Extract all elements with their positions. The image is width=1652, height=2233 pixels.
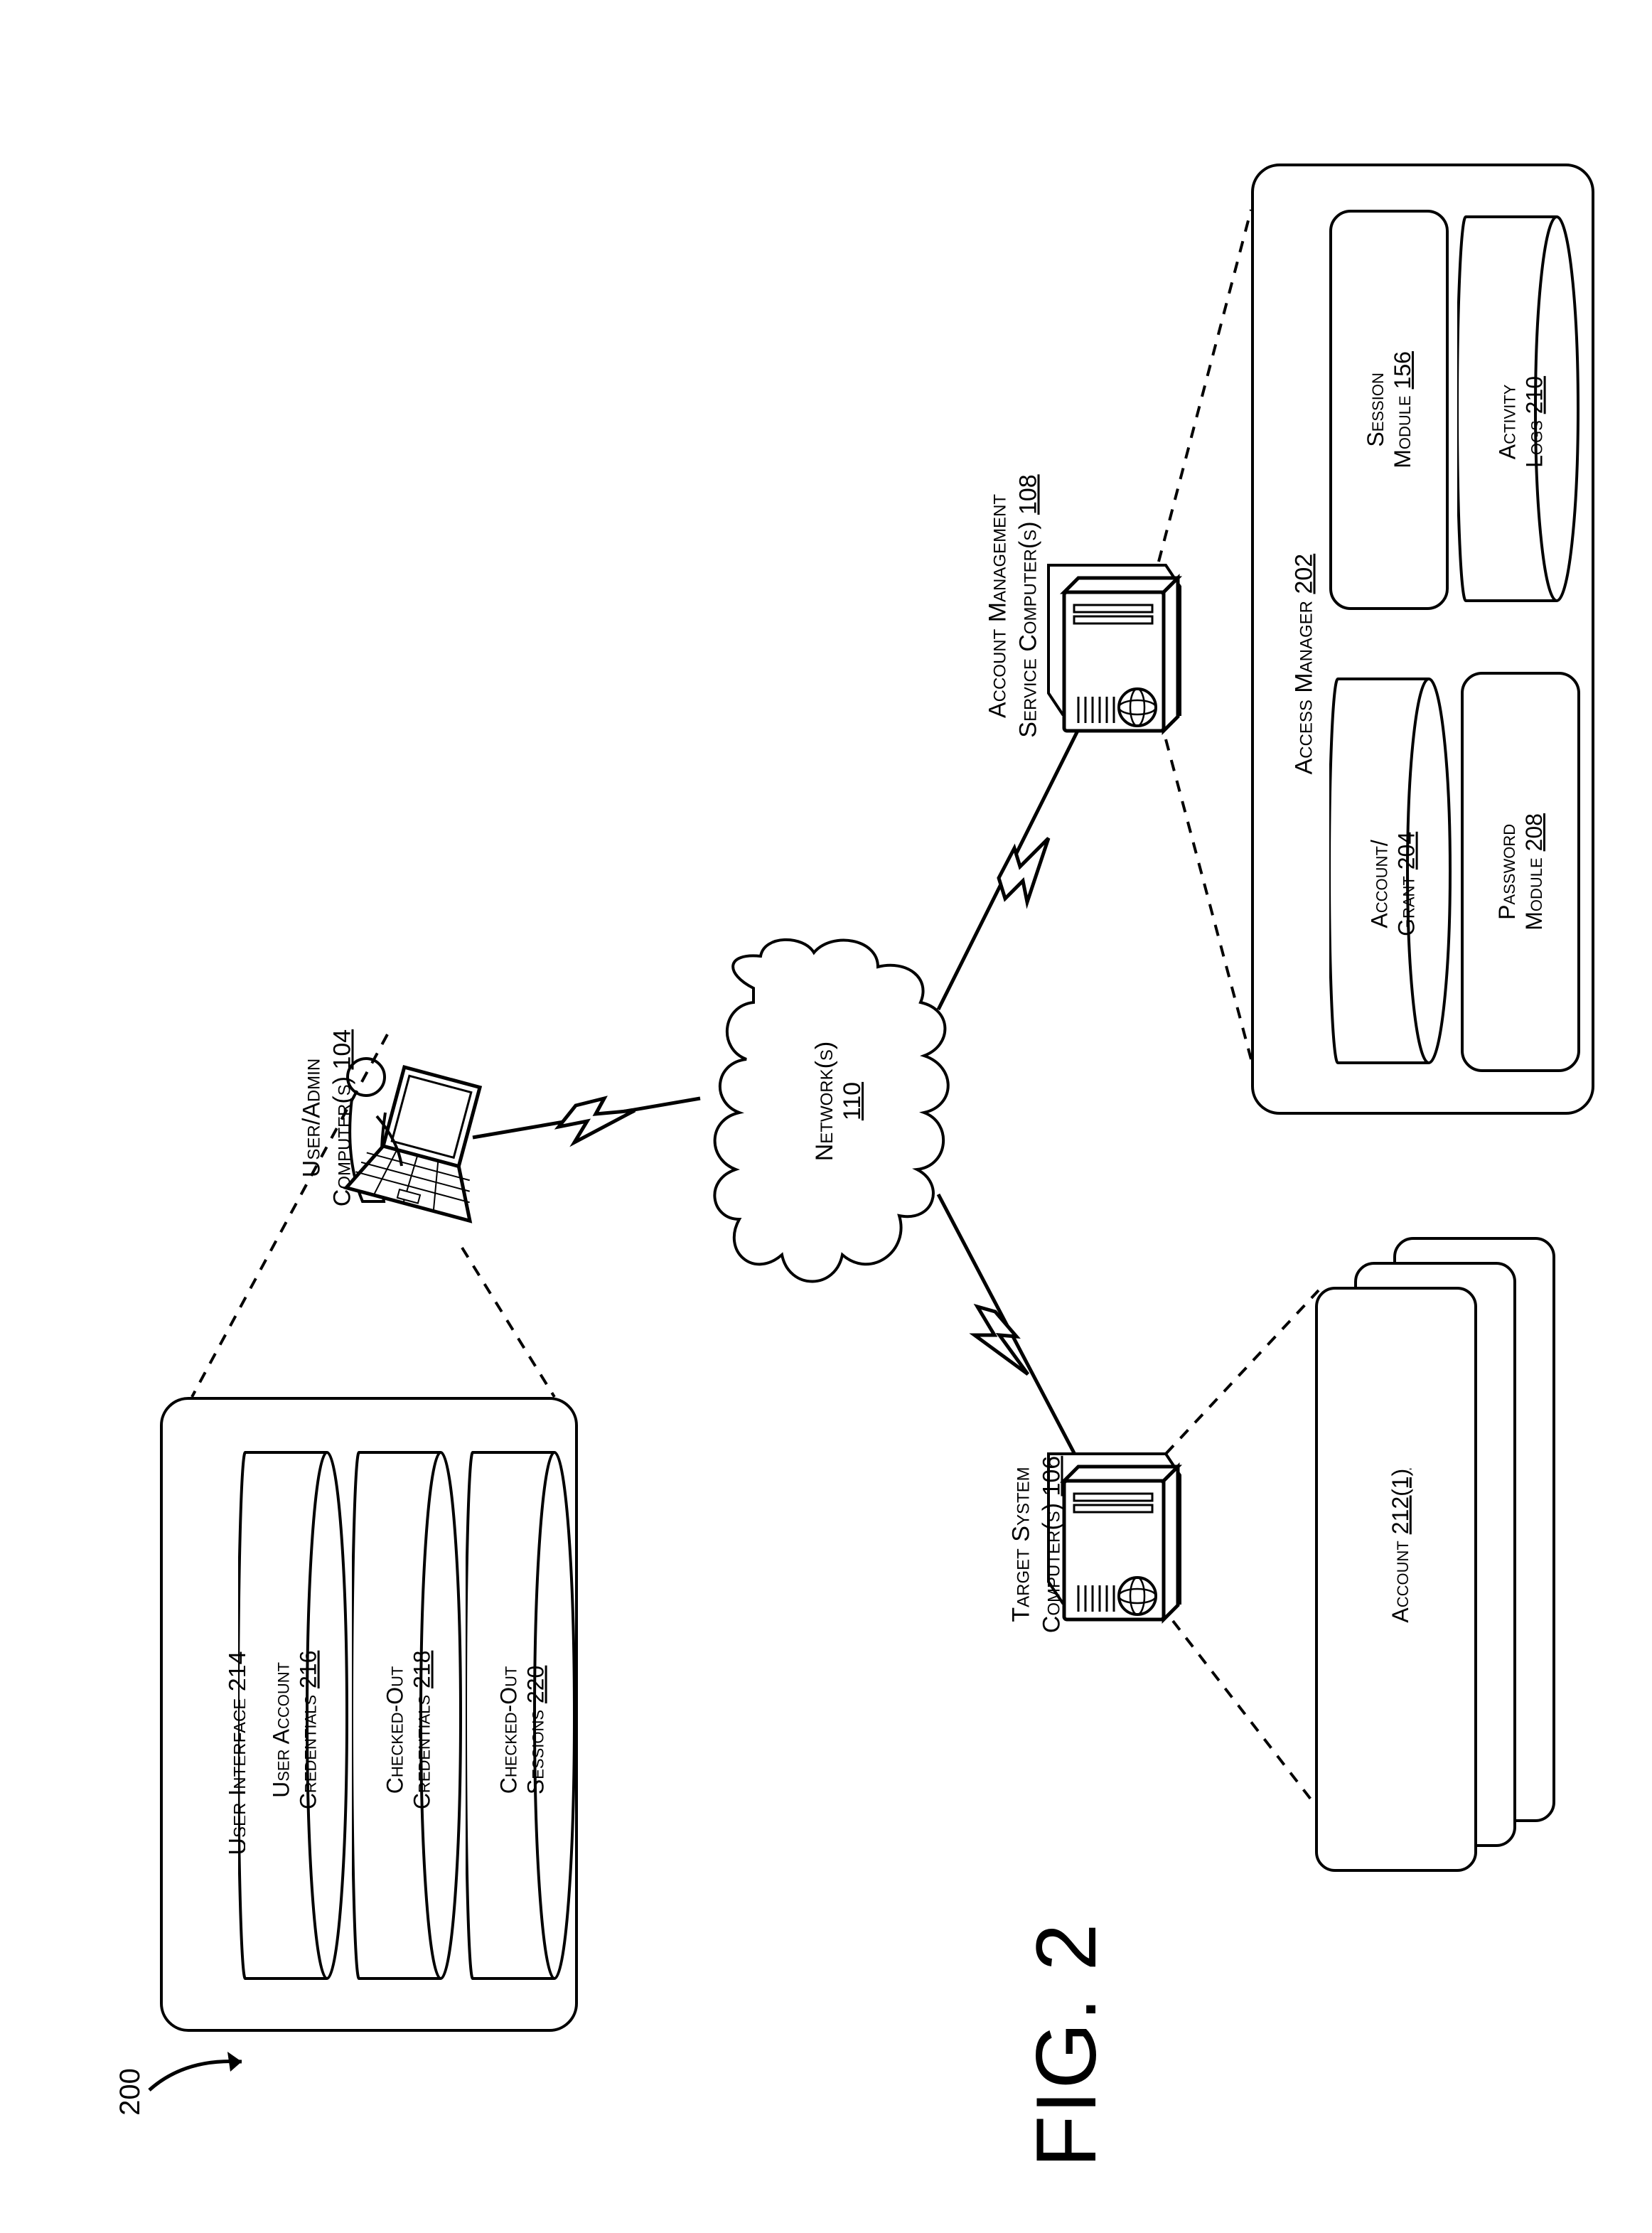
module-password: Password Module 208: [1461, 672, 1580, 1072]
user-admin-label-l2: Computer(s): [328, 1076, 355, 1206]
module-session: Session Module 156: [1329, 210, 1449, 610]
access-manager-header-num: 202: [1291, 554, 1318, 594]
acct-mgmt-label-l2: Service Computer(s): [1014, 521, 1041, 737]
user-admin-icon: [334, 1034, 490, 1251]
target-system-label-num: 106: [1038, 1456, 1065, 1496]
module-password-label: Password Module 208: [1493, 813, 1548, 931]
network-label-text: Network(s): [811, 1041, 838, 1162]
diagram-page: FIG. 2 200 Network(s) 110: [0, 0, 1652, 2233]
account-card-label: Account 212(1): [1387, 1403, 1414, 1688]
target-system-label-l1: Target System: [1008, 1467, 1035, 1622]
access-manager-header-text: Access Manager: [1291, 601, 1318, 775]
user-admin-label: User/Admin Computer(s) 104: [297, 990, 358, 1246]
db-activity-logs-label: Activity Logs 210: [1494, 322, 1549, 521]
target-system-label: Target System Computer(s) 106: [1007, 1403, 1067, 1687]
access-manager-header: Access Manager 202: [1291, 491, 1319, 775]
acct-mgmt-label-l1: Account Management: [985, 494, 1012, 718]
db-user-account-credentials-label: User Account Credentials 216: [268, 1587, 323, 1872]
network-label: Network(s) 110: [811, 1009, 867, 1194]
target-system-label-l2: Computer(s): [1038, 1503, 1065, 1633]
user-admin-label-num: 104: [328, 1029, 355, 1070]
acct-mgmt-server-icon: [1027, 558, 1191, 746]
network-label-num: 110: [839, 1082, 866, 1120]
account-card-stack: [1315, 1237, 1578, 1877]
db-account-grant-label: Account/ Grant 204: [1366, 784, 1421, 983]
figure-label: FIG. 2: [1017, 1883, 1115, 2168]
module-session-label: Session Module 156: [1362, 351, 1417, 468]
db-checked-out-sessions-label: Checked-Out Sessions 220: [495, 1587, 550, 1872]
figure-ref-arrow: [142, 2047, 263, 2111]
acct-mgmt-label-num: 108: [1014, 474, 1041, 515]
db-checked-out-credentials-label: Checked-Out Credentials 218: [382, 1587, 436, 1872]
acct-mgmt-label: Account Management Service Computer(s) 1…: [983, 422, 1044, 791]
user-admin-label-l1: User/Admin: [299, 1059, 326, 1177]
